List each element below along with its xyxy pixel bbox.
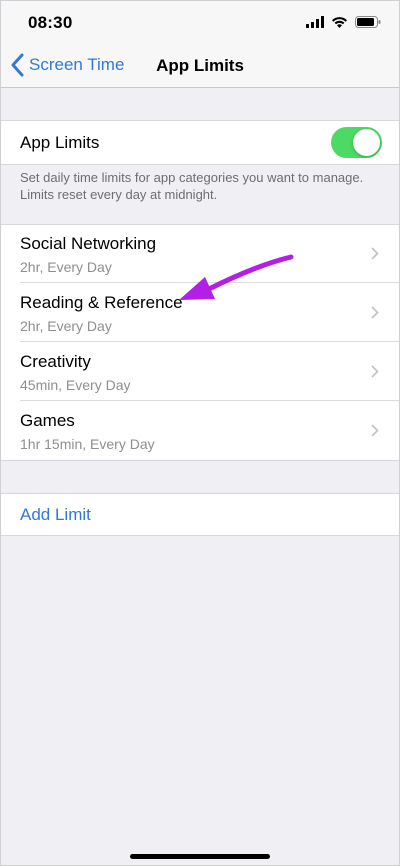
limit-title: Creativity	[20, 352, 91, 371]
row-separator	[20, 400, 399, 401]
page-title: App Limits	[156, 56, 244, 75]
home-indicator[interactable]	[130, 854, 270, 859]
app-limits-toggle-section: App Limits	[1, 120, 399, 165]
app-limits-footer-note: Set daily time limits for app categories…	[20, 170, 364, 202]
limits-list: Social Networking 2hr, Every Day Reading…	[1, 224, 399, 461]
row-separator	[20, 341, 399, 342]
toggle-knob	[353, 129, 380, 156]
status-bar: 08:30	[1, 1, 399, 45]
limit-subtitle: 45min, Every Day	[20, 377, 131, 393]
navigation-bar: Screen Time App Limits	[1, 45, 399, 88]
limit-title: Social Networking	[20, 234, 157, 253]
limit-row-creativity[interactable]: Creativity 45min, Every Day	[1, 343, 399, 401]
chevron-right-icon	[371, 306, 379, 319]
status-icons	[306, 15, 381, 33]
limit-subtitle: 2hr, Every Day	[20, 259, 112, 275]
wifi-icon	[331, 15, 348, 33]
status-time: 08:30	[28, 13, 73, 32]
app-limits-toggle[interactable]	[331, 127, 382, 158]
app-limits-toggle-label: App Limits	[20, 133, 100, 152]
screen: 08:30 Screen Time App Limits App Limits …	[0, 0, 400, 866]
chevron-right-icon	[371, 247, 379, 260]
limit-title: Reading & Reference	[20, 293, 183, 312]
limit-title: Games	[20, 411, 75, 430]
cellular-signal-icon	[306, 15, 324, 33]
add-limit-section: Add Limit	[1, 493, 399, 536]
limit-row-reading-reference[interactable]: Reading & Reference 2hr, Every Day	[1, 284, 399, 342]
limit-subtitle: 1hr 15min, Every Day	[20, 436, 155, 452]
limit-row-social-networking[interactable]: Social Networking 2hr, Every Day	[1, 225, 399, 283]
add-limit-button[interactable]: Add Limit	[20, 505, 91, 525]
row-separator	[20, 282, 399, 283]
chevron-right-icon	[371, 365, 379, 378]
limit-subtitle: 2hr, Every Day	[20, 318, 112, 334]
battery-icon	[355, 15, 381, 33]
chevron-right-icon	[371, 424, 379, 437]
limit-row-games[interactable]: Games 1hr 15min, Every Day	[1, 402, 399, 460]
